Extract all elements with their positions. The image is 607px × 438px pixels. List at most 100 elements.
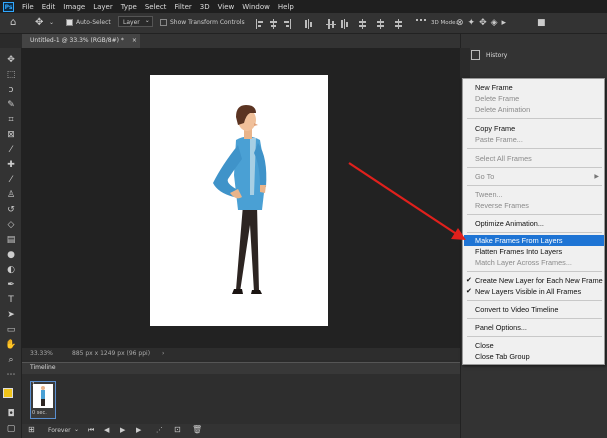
menu-separator <box>467 148 602 149</box>
timeline-controls: ⊞ Forever ⌄ ⏮ ◀ ▶ ▶ ⋰ ⊡ 🗑 <box>22 424 460 438</box>
menu-separator <box>467 118 602 119</box>
frame-delay[interactable]: 0 sec. <box>32 410 47 416</box>
menu-select[interactable]: Select <box>141 3 171 11</box>
menu-item-go-to[interactable]: Go To <box>475 171 494 182</box>
home-icon[interactable]: ⌂ <box>10 16 16 30</box>
next-frame-icon[interactable]: ▶ <box>136 426 141 434</box>
menu-item-reverse-frames[interactable]: Reverse Frames <box>475 200 529 211</box>
tool-preset-chevron-icon[interactable]: ⌄ <box>49 16 54 30</box>
play-icon[interactable]: ▶ <box>120 426 125 434</box>
screen-mode-icon[interactable]: ▢ <box>4 423 18 435</box>
lasso-tool-icon[interactable]: ↄ <box>4 84 18 96</box>
zoom-level[interactable]: 33.33% <box>30 348 53 360</box>
menu-item-make-frames-from-layers[interactable]: Make Frames From Layers <box>475 235 563 246</box>
document-tab[interactable]: Untitled-1 @ 33.3% (RGB/8#) * × <box>22 34 140 48</box>
dodge-tool-icon[interactable]: ◐ <box>4 264 18 276</box>
close-icon[interactable]: × <box>132 37 137 44</box>
menu-item-paste-frame[interactable]: Paste Frame... <box>475 134 523 145</box>
timeline-title[interactable]: Timeline <box>30 363 56 373</box>
status-bar: 33.33% 885 px x 1249 px (96 ppi) › <box>22 348 460 360</box>
video-icon[interactable]: ■ <box>537 16 546 30</box>
previous-frame-icon[interactable]: ◀ <box>104 426 109 434</box>
document-canvas[interactable] <box>150 75 328 326</box>
menu-item-new-layers-visible[interactable]: New Layers Visible in All Frames <box>475 286 581 297</box>
menu-item-match-layer-across-frames[interactable]: Match Layer Across Frames... <box>475 257 572 268</box>
menu-edit[interactable]: Edit <box>38 3 60 11</box>
menu-filter[interactable]: Filter <box>170 3 195 11</box>
foreground-color-swatch[interactable] <box>3 388 13 398</box>
history-icon[interactable] <box>471 50 480 60</box>
quick-mask-icon[interactable]: ◘ <box>4 408 18 420</box>
auto-select-target-dropdown[interactable]: Layer <box>118 15 153 30</box>
eyedropper-tool-icon[interactable]: ⁄ <box>4 144 18 156</box>
tween-icon[interactable]: ⋰ <box>156 426 163 434</box>
loop-options[interactable]: Forever <box>48 427 71 434</box>
timeline-flyout-menu: New Frame Delete Frame Delete Animation … <box>462 78 605 365</box>
rectangle-tool-icon[interactable]: ▭ <box>4 324 18 336</box>
crop-tool-icon[interactable]: ⌗ <box>4 114 18 126</box>
character-illustration <box>213 105 267 294</box>
align-distribute-icons[interactable] <box>256 18 436 30</box>
menu-item-flatten-frames-into-layers[interactable]: Flatten Frames Into Layers <box>475 246 562 257</box>
show-transform-checkbox[interactable]: Show Transform Controls <box>160 16 245 30</box>
menu-item-create-new-layer-each-frame[interactable]: Create New Layer for Each New Frame <box>475 275 603 286</box>
pen-tool-icon[interactable]: ✒ <box>4 279 18 291</box>
auto-select-checkbox[interactable]: Auto-Select <box>66 16 111 30</box>
menu-separator <box>467 214 602 215</box>
menu-item-tween[interactable]: Tween... <box>475 189 503 200</box>
hand-tool-icon[interactable]: ✋ <box>4 339 18 351</box>
first-frame-icon[interactable]: ⏮ <box>88 426 94 435</box>
status-arrow-icon[interactable]: › <box>162 348 164 360</box>
menu-item-delete-animation[interactable]: Delete Animation <box>475 104 530 115</box>
type-tool-icon[interactable]: T <box>4 294 18 306</box>
menu-type[interactable]: Type <box>117 3 141 11</box>
menu-item-copy-frame[interactable]: Copy Frame <box>475 123 515 134</box>
menu-layer[interactable]: Layer <box>89 3 117 11</box>
menu-item-close[interactable]: Close <box>475 340 494 351</box>
blur-tool-icon[interactable]: ● <box>4 249 18 261</box>
move-tool-icon[interactable]: ✥ <box>4 54 18 66</box>
duplicate-frame-icon[interactable]: ⊡ <box>174 425 181 434</box>
menu-separator <box>467 271 602 272</box>
menu-item-delete-frame[interactable]: Delete Frame <box>475 93 519 104</box>
marquee-tool-icon[interactable]: ⬚ <box>4 69 18 81</box>
history-panel-label[interactable]: History <box>486 52 507 59</box>
auto-select-label: Auto-Select <box>76 19 111 26</box>
timeline-panel <box>22 374 460 424</box>
menu-help[interactable]: Help <box>274 3 298 11</box>
more-tools-icon[interactable]: ⋯ <box>4 369 18 381</box>
eraser-tool-icon[interactable]: ◇ <box>4 219 18 231</box>
loop-chevron-icon[interactable]: ⌄ <box>74 426 79 433</box>
brush-tool-icon[interactable]: ⁄ <box>4 174 18 186</box>
menu-separator <box>467 300 602 301</box>
menu-image[interactable]: Image <box>59 3 89 11</box>
frame-thumbnail <box>33 384 53 408</box>
move-tool-icon[interactable]: ✥ <box>35 16 43 30</box>
menu-item-close-tab-group[interactable]: Close Tab Group <box>475 351 530 362</box>
healing-brush-tool-icon[interactable]: ✚ <box>4 159 18 171</box>
panel-collapse-strip[interactable] <box>460 48 470 78</box>
convert-timeline-icon[interactable]: ⊞ <box>28 425 35 434</box>
menu-item-panel-options[interactable]: Panel Options... <box>475 322 527 333</box>
delete-frame-icon[interactable]: 🗑 <box>192 425 202 434</box>
menu-separator <box>467 318 602 319</box>
menu-item-new-frame[interactable]: New Frame <box>475 82 513 93</box>
timeline-header <box>22 362 460 374</box>
menu-3d[interactable]: 3D <box>196 3 214 11</box>
submenu-arrow-icon: ▶ <box>594 173 599 180</box>
menu-file[interactable]: File <box>18 3 38 11</box>
quick-select-tool-icon[interactable]: ✎ <box>4 99 18 111</box>
gradient-tool-icon[interactable]: ▤ <box>4 234 18 246</box>
menu-view[interactable]: View <box>214 3 239 11</box>
frame-tool-icon[interactable]: ⊠ <box>4 129 18 141</box>
clone-stamp-tool-icon[interactable]: ♙ <box>4 189 18 201</box>
3d-mode-icons[interactable]: ⊗✦✥◈▸ <box>456 16 510 30</box>
history-brush-tool-icon[interactable]: ↺ <box>4 204 18 216</box>
menu-item-convert-to-video-timeline[interactable]: Convert to Video Timeline <box>475 304 558 315</box>
menu-window[interactable]: Window <box>238 3 274 11</box>
zoom-tool-icon[interactable]: ⌕ <box>4 354 18 366</box>
checkbox-icon <box>160 19 167 26</box>
path-selection-tool-icon[interactable]: ➤ <box>4 309 18 321</box>
menu-item-optimize-animation[interactable]: Optimize Animation... <box>475 218 544 229</box>
menu-item-select-all-frames[interactable]: Select All Frames <box>475 153 532 164</box>
